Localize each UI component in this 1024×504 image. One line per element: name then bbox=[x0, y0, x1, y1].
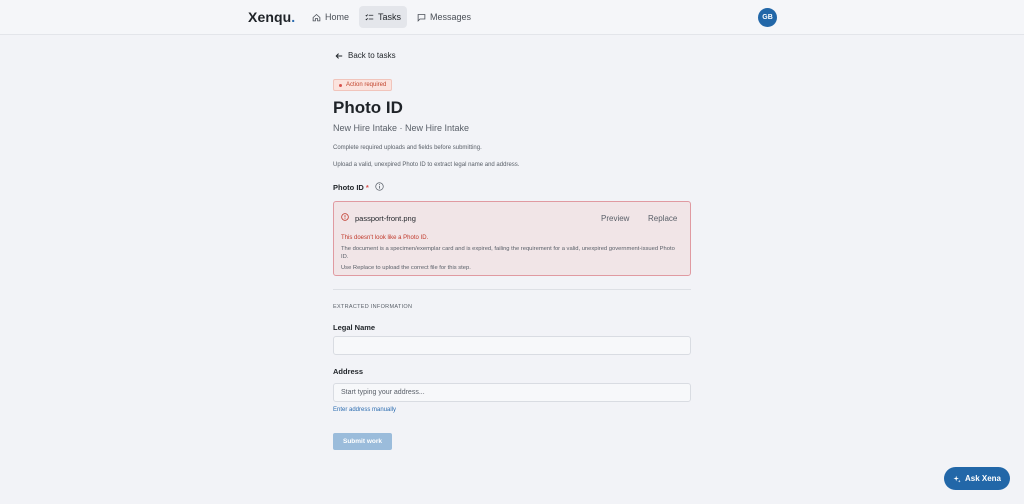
preview-button[interactable]: Preview bbox=[601, 214, 629, 223]
main-nav: Home Tasks Messages bbox=[306, 6, 477, 28]
legal-name-input[interactable] bbox=[333, 336, 691, 355]
sparkle-icon bbox=[953, 475, 961, 483]
error-hint: Use Replace to upload the correct file f… bbox=[341, 265, 471, 271]
section-divider bbox=[333, 289, 691, 290]
brand-name: Xenqu bbox=[248, 9, 292, 25]
uploaded-file-name: passport-front.png bbox=[355, 214, 416, 223]
error-message: The document is a specimen/exemplar card… bbox=[341, 246, 675, 260]
brand-logo[interactable]: Xenqu. bbox=[248, 9, 295, 25]
status-dot-icon bbox=[339, 83, 342, 87]
nav-item-messages[interactable]: Messages bbox=[411, 6, 477, 28]
messages-icon bbox=[417, 13, 426, 22]
nav-item-label: Tasks bbox=[378, 12, 402, 22]
page-title: Photo ID bbox=[333, 98, 403, 117]
back-to-tasks-link[interactable]: Back to tasks bbox=[335, 51, 396, 60]
ask-xena-label: Ask Xena bbox=[964, 474, 1002, 483]
arrow-left-icon bbox=[335, 52, 343, 59]
submit-work-button[interactable]: Submit work bbox=[333, 433, 392, 450]
required-mark: * bbox=[365, 183, 369, 192]
upload-instructions: Upload a valid, unexpired Photo ID to ex… bbox=[333, 162, 520, 168]
upload-error-card: passport-front.png Preview Replace This … bbox=[333, 201, 691, 276]
enter-address-manually-link[interactable]: Enter address manually bbox=[333, 407, 396, 413]
photo-id-label-text: Photo ID bbox=[333, 183, 364, 192]
info-icon[interactable] bbox=[375, 182, 384, 191]
back-link-label: Back to tasks bbox=[348, 51, 396, 60]
photo-id-label: Photo ID * bbox=[333, 183, 369, 192]
nav-item-tasks[interactable]: Tasks bbox=[359, 6, 408, 28]
address-label: Address bbox=[333, 367, 364, 376]
page-description: Complete required uploads and fields bef… bbox=[333, 145, 482, 151]
user-avatar[interactable]: GB bbox=[758, 8, 777, 27]
status-badge: Action required bbox=[333, 79, 393, 91]
nav-item-label: Home bbox=[325, 12, 350, 22]
nav-item-label: Messages bbox=[430, 12, 472, 22]
replace-button[interactable]: Replace bbox=[648, 214, 677, 223]
extracted-section-title: EXTRACTED INFORMATION bbox=[333, 304, 413, 310]
address-input[interactable]: Start typing your address... bbox=[333, 383, 691, 402]
status-badge-label: Action required bbox=[346, 82, 387, 88]
brand-dot: . bbox=[291, 9, 296, 25]
top-navigation-bar: Xenqu. Home Tasks Messages GB bbox=[0, 0, 1024, 35]
nav-item-home[interactable]: Home bbox=[306, 6, 355, 28]
ask-xena-button[interactable]: Ask Xena bbox=[944, 467, 1010, 490]
page-subtitle: New Hire Intake · New Hire Intake bbox=[333, 123, 470, 133]
tasks-icon bbox=[365, 13, 374, 20]
legal-name-label: Legal Name bbox=[333, 323, 376, 332]
error-title: This doesn't look like a Photo ID. bbox=[341, 235, 429, 241]
error-icon bbox=[341, 213, 349, 221]
home-icon bbox=[312, 13, 321, 21]
